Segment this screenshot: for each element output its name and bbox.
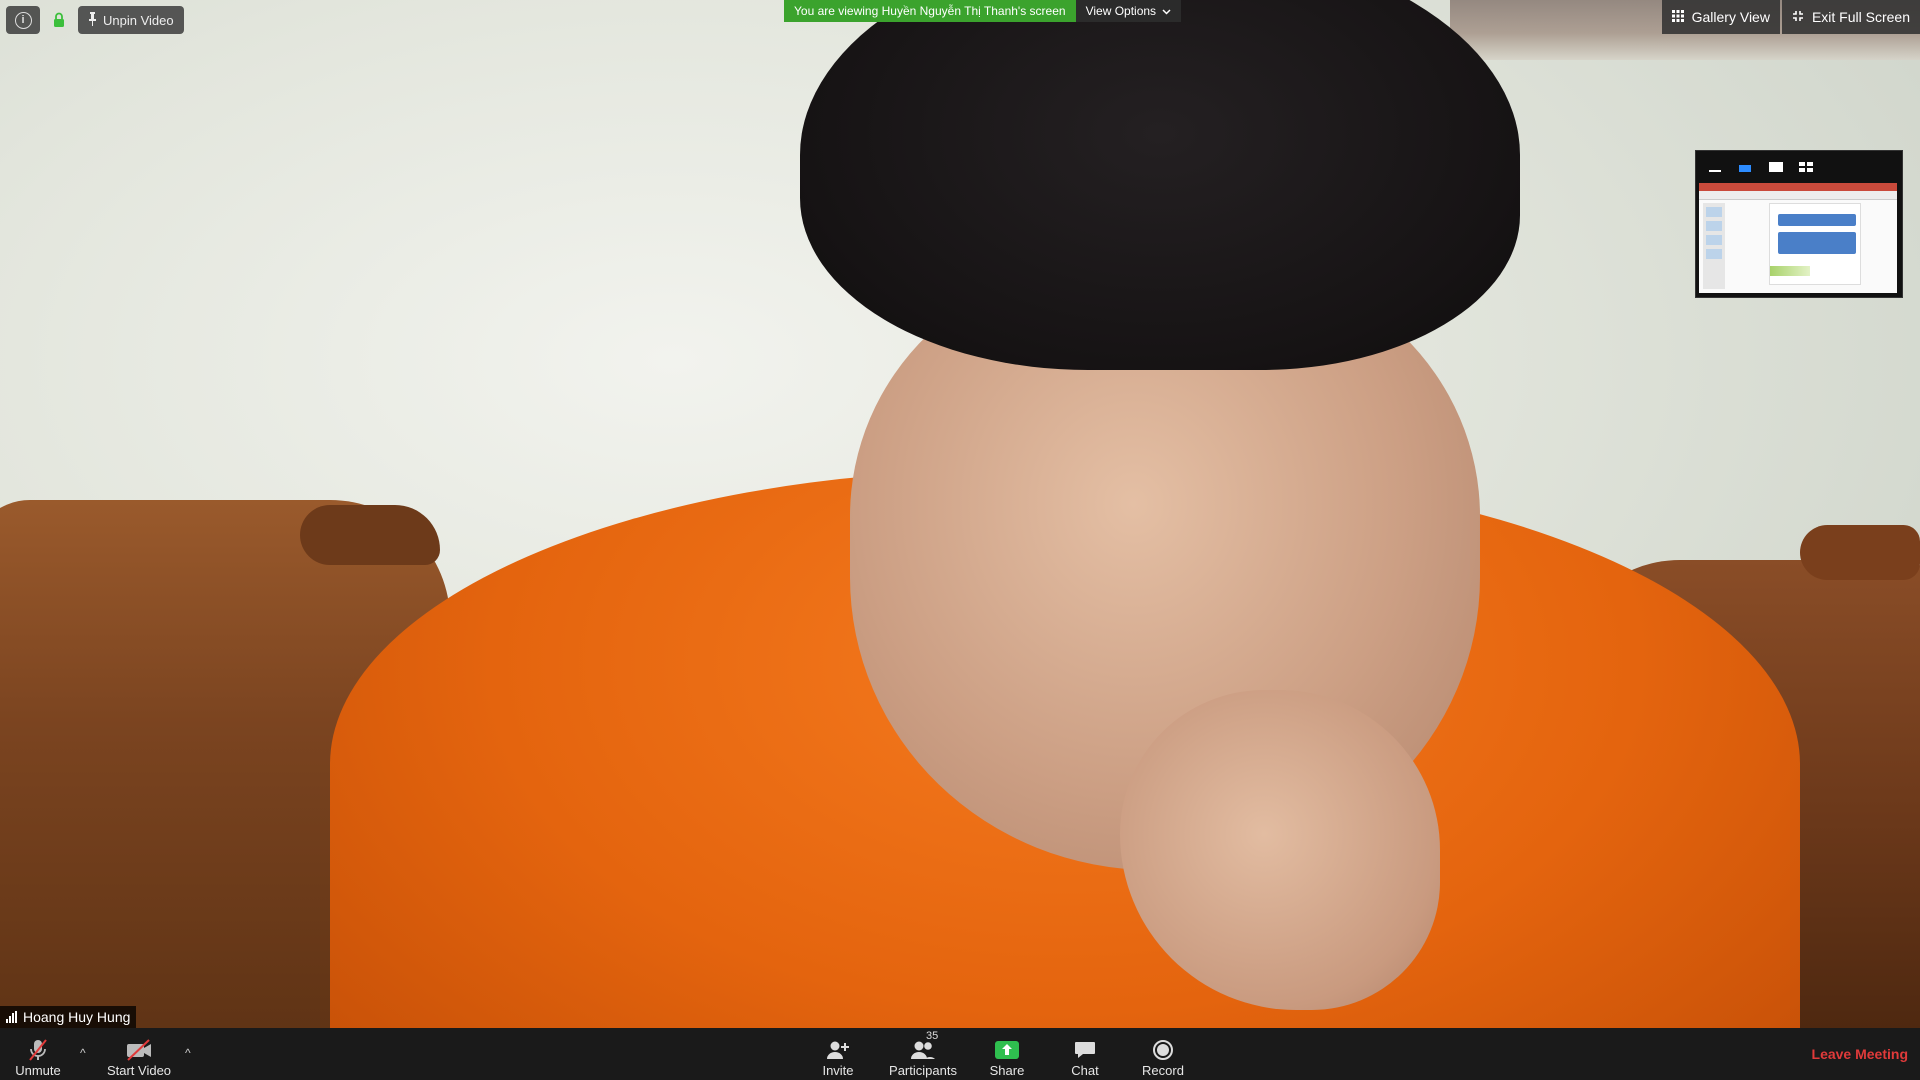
participants-count: 35 — [926, 1030, 939, 1042]
chat-label: Chat — [1071, 1063, 1099, 1078]
chat-bubble-icon — [1074, 1037, 1096, 1063]
muted-microphone-icon — [27, 1037, 49, 1063]
info-icon: i — [14, 11, 32, 29]
person-hair — [800, 0, 1520, 370]
viewing-screen-notice: You are viewing Huyền Nguyễn Thị Thanh's… — [784, 0, 1076, 22]
share-screen-icon — [994, 1037, 1020, 1063]
start-video-button[interactable]: Start Video — [104, 1032, 174, 1078]
add-user-icon — [826, 1037, 850, 1063]
unmute-label: Unmute — [15, 1063, 61, 1078]
record-icon — [1152, 1037, 1174, 1063]
large-view-icon[interactable] — [1768, 160, 1783, 172]
view-options-button[interactable]: View Options — [1075, 0, 1182, 22]
invite-label: Invite — [822, 1063, 854, 1078]
unpin-video-button[interactable]: Unpin Video — [78, 6, 184, 34]
top-left-controls: i Unpin Video — [6, 6, 184, 34]
preview-slide-box — [1778, 232, 1856, 254]
preview-slide — [1769, 203, 1861, 285]
sofa-left-carving — [300, 505, 440, 565]
record-button[interactable]: Record — [1138, 1032, 1188, 1078]
participants-button[interactable]: 35 Participants — [882, 1030, 964, 1078]
sofa-right-carving — [1800, 525, 1920, 580]
unmute-button[interactable]: Unmute — [10, 1032, 66, 1078]
chevron-down-icon — [1162, 4, 1171, 18]
participant-name-tag: Hoang Huy Hung — [0, 1006, 137, 1028]
active-speaker-video — [0, 0, 1920, 1028]
record-label: Record — [1142, 1063, 1184, 1078]
shared-screen-thumbnail[interactable] — [1695, 150, 1903, 298]
screen-share-banner: You are viewing Huyền Nguyễn Thị Thanh's… — [784, 0, 1182, 22]
video-off-icon — [125, 1037, 153, 1063]
exit-full-screen-label: Exit Full Screen — [1811, 9, 1910, 25]
exit-full-screen-icon — [1792, 9, 1804, 25]
preview-slide-box — [1778, 214, 1856, 226]
audio-options-caret[interactable]: ^ — [80, 1046, 86, 1060]
unpin-video-label: Unpin Video — [103, 12, 174, 28]
share-label: Share — [989, 1063, 1025, 1078]
preview-ribbon — [1699, 183, 1897, 191]
video-options-caret[interactable]: ^ — [185, 1046, 191, 1060]
invite-button[interactable]: Invite — [812, 1032, 864, 1078]
thumbnail-toolbar — [1696, 151, 1902, 179]
top-right-controls: Gallery View Exit Full Screen — [1661, 0, 1920, 34]
gallery-view-label: Gallery View — [1691, 9, 1770, 25]
gallery-view-button[interactable]: Gallery View — [1661, 0, 1780, 34]
start-video-label: Start Video — [106, 1063, 172, 1078]
speaker-view-icon[interactable] — [1738, 160, 1752, 172]
preview-toolbar — [1699, 191, 1897, 200]
pin-icon — [88, 11, 97, 29]
grid-view-icon[interactable] — [1798, 160, 1813, 172]
preview-slide-decoration — [1770, 266, 1810, 276]
grid-icon — [1671, 9, 1684, 25]
preview-slide-list — [1703, 203, 1725, 289]
minimize-icon[interactable] — [1708, 160, 1722, 172]
participants-label: Participants — [889, 1063, 957, 1078]
meeting-toolbar: Unmute ^ Start Video ^ Invite 35 Partici… — [0, 1028, 1920, 1080]
signal-strength-icon — [6, 1011, 17, 1023]
shared-presentation-preview — [1699, 183, 1897, 293]
leave-meeting-button[interactable]: Leave Meeting — [1812, 1046, 1908, 1062]
meeting-info-button[interactable]: i — [6, 6, 40, 34]
lock-icon[interactable] — [48, 6, 70, 34]
view-options-label: View Options — [1085, 4, 1157, 18]
share-button[interactable]: Share — [982, 1032, 1032, 1078]
participant-name: Hoang Huy Hung — [23, 1009, 131, 1025]
chat-button[interactable]: Chat — [1064, 1032, 1106, 1078]
exit-full-screen-button[interactable]: Exit Full Screen — [1781, 0, 1920, 34]
